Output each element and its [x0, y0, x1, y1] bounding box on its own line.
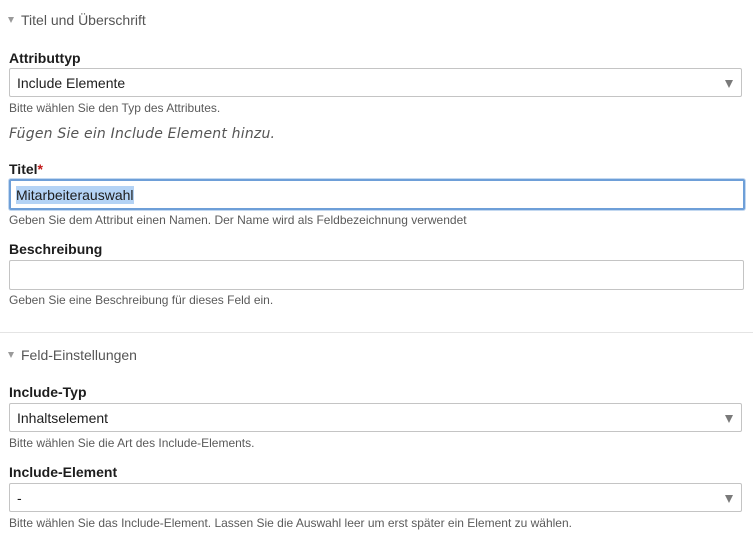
section-toggle-field-settings[interactable]: Feld-Einstellungen	[8, 347, 137, 363]
section-field-label: Feld-Einstellungen	[21, 347, 137, 363]
attributtyp-help: Bitte wählen Sie den Typ des Attributes.	[9, 101, 221, 115]
include-typ-value: Inhaltselement	[17, 409, 109, 426]
attributtyp-select[interactable]: Include Elemente	[9, 68, 742, 97]
section-divider	[0, 332, 753, 333]
include-element-value: -	[17, 489, 22, 506]
required-mark: *	[37, 161, 43, 177]
caret-down-icon	[725, 80, 733, 88]
titel-label-text: Titel	[9, 161, 38, 177]
triangle-down-icon	[8, 352, 14, 358]
beschreibung-help: Geben Sie eine Beschreibung für dieses F…	[9, 293, 274, 307]
titel-help: Geben Sie dem Attribut einen Namen. Der …	[9, 213, 467, 227]
caret-down-icon	[725, 495, 733, 503]
titel-input[interactable]: Mitarbeiterauswahl	[9, 179, 745, 210]
attributtyp-label: Attributtyp	[9, 50, 81, 66]
section-title-label: Titel und Überschrift	[21, 12, 146, 28]
include-typ-select[interactable]: Inhaltselement	[9, 403, 742, 432]
include-element-help: Bitte wählen Sie das Include-Element. La…	[9, 516, 572, 530]
beschreibung-input[interactable]	[9, 260, 744, 290]
section-toggle-title[interactable]: Titel und Überschrift	[8, 12, 146, 28]
include-note: Fügen Sie ein Include Element hinzu.	[9, 126, 276, 142]
attributtyp-value: Include Elemente	[17, 74, 126, 91]
form-page: Titel und Überschrift Attributtyp Includ…	[0, 0, 753, 553]
beschreibung-label: Beschreibung	[9, 241, 103, 257]
titel-label: Titel*	[9, 161, 43, 177]
include-element-select[interactable]: -	[9, 483, 742, 512]
titel-input-value: Mitarbeiterauswahl	[16, 185, 134, 204]
caret-down-icon	[725, 415, 733, 423]
include-element-label: Include-Element	[9, 464, 118, 480]
include-typ-help: Bitte wählen Sie die Art des Include-Ele…	[9, 436, 255, 450]
include-typ-label: Include-Typ	[9, 384, 87, 400]
triangle-down-icon	[8, 17, 14, 23]
